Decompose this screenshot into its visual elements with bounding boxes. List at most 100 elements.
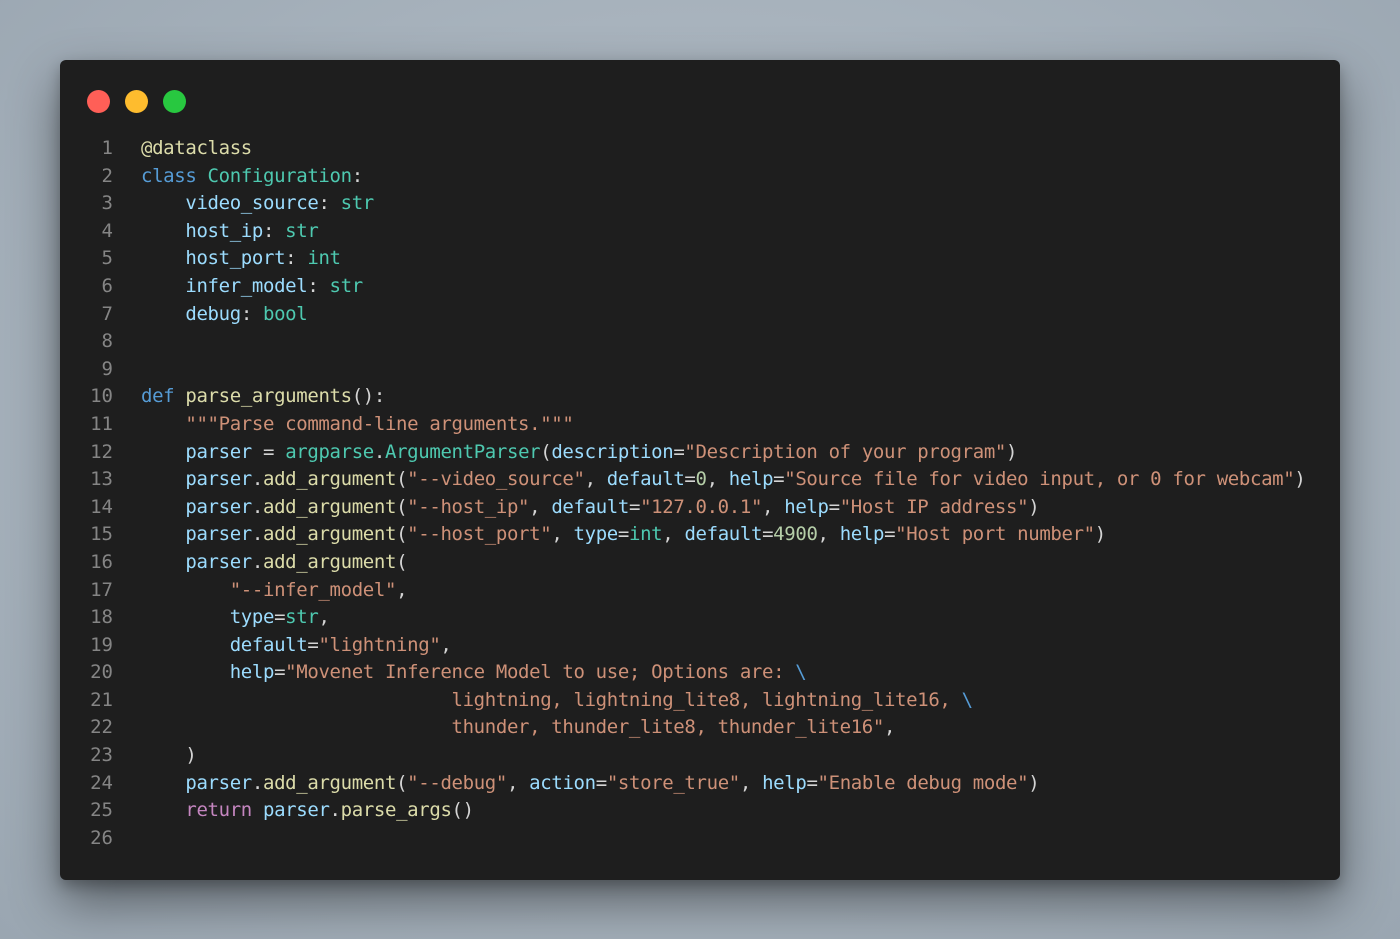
line-source: thunder, thunder_lite8, thunder_lite16", — [113, 714, 896, 742]
code-token-plain: ( — [396, 523, 408, 546]
code-token-str: lightning, lightning_lite8, lightning_li… — [451, 688, 962, 711]
code-window: 1 @dataclass 2 class Configuration: 3 video_… — [60, 60, 1340, 880]
code-token-var: video_source — [185, 192, 319, 215]
line-source: "--infer_model", — [113, 577, 408, 605]
code-token-var: default — [684, 523, 763, 546]
code-token-fn: add_argument — [263, 771, 397, 794]
code-line: 26 — [60, 825, 1340, 853]
code-token-plain: ) — [1028, 771, 1040, 794]
code-token-plain: : — [262, 219, 286, 242]
line-number: 25 — [90, 799, 113, 822]
code-token-plain: ) — [1006, 440, 1018, 463]
line-source: parser.add_argument("--debug", action="s… — [113, 770, 1039, 798]
code-line: 22 thunder, thunder_lite8, thunder_lite1… — [60, 714, 1340, 742]
line-number: 14 — [90, 495, 113, 518]
line-number: 1 — [101, 137, 113, 159]
line-source: parser.add_argument("--video_source", de… — [113, 466, 1305, 494]
code-token-plain: : — [318, 192, 341, 215]
code-token-var: parser — [185, 468, 252, 491]
line-number: 12 — [90, 440, 113, 463]
line-source: parser.add_argument("--host_ip", default… — [113, 494, 1039, 522]
code-line: 19 default="lightning", — [60, 632, 1340, 660]
code-token-str: "lightning" — [318, 633, 441, 656]
line-number: 26 — [90, 826, 113, 849]
line-number: 21 — [90, 688, 113, 711]
code-token-type: str — [285, 219, 319, 242]
code-token-plain: , — [318, 606, 330, 629]
code-token-var: parser — [185, 550, 252, 573]
code-token-plain: , — [662, 523, 685, 546]
code-token-var: type — [229, 606, 275, 629]
code-token-cls: ArgumentParser — [385, 440, 541, 463]
code-token-var: parser — [185, 495, 252, 518]
code-line: 6 infer_model: str — [60, 273, 1340, 301]
line-number: 9 — [101, 357, 113, 380]
code-token-fn: add_argument — [263, 495, 397, 518]
code-token-plain: , — [739, 771, 763, 794]
code-token-plain: ( — [396, 771, 408, 794]
code-editor[interactable]: 1 @dataclass 2 class Configuration: 3 video_… — [60, 135, 1340, 852]
code-token-str: "store_true" — [606, 771, 740, 794]
code-line: 18 type=str, — [60, 604, 1340, 632]
code-token-plain: = — [628, 495, 641, 518]
line-number: 2 — [101, 164, 113, 187]
code-token-plain: ( — [540, 440, 552, 463]
line-source: lightning, lightning_lite8, lightning_li… — [113, 687, 974, 715]
code-token-plain: . — [251, 523, 263, 546]
minimize-window-icon[interactable] — [125, 90, 148, 113]
code-line: 17 "--infer_model", — [60, 577, 1340, 605]
code-token-str: "Source file for video input, or 0 for w… — [784, 468, 1295, 491]
code-token-plain: , — [584, 468, 607, 491]
line-number: 3 — [101, 192, 113, 215]
code-token-type: int — [628, 523, 663, 546]
code-token-str: "--host_port" — [407, 523, 552, 546]
code-line: 15 parser.add_argument("--host_port", ty… — [60, 521, 1340, 549]
line-source — [113, 328, 141, 356]
line-number: 4 — [101, 219, 113, 242]
code-line: 3 video_source: str — [60, 190, 1340, 218]
code-token-plain: . — [251, 550, 263, 573]
code-token-var: help — [762, 771, 807, 794]
line-source: return parser.parse_args() — [113, 797, 474, 825]
code-line: 24 parser.add_argument("--debug", action… — [60, 770, 1340, 798]
close-window-icon[interactable] — [87, 90, 110, 113]
code-token-fn: add_argument — [263, 523, 397, 546]
code-token-plain: = — [595, 771, 607, 794]
code-token-plain: = — [884, 523, 896, 546]
code-token-plain: , — [551, 523, 574, 546]
maximize-window-icon[interactable] — [163, 90, 186, 113]
code-token-plain: = — [684, 468, 696, 491]
code-token-var: default — [551, 495, 629, 518]
code-line: 21 lightning, lightning_lite8, lightning… — [60, 687, 1340, 715]
code-line: 10 def parse_arguments(): — [60, 383, 1340, 411]
code-token-str: "Host port number" — [895, 523, 1095, 546]
code-token-type: str — [285, 606, 319, 629]
code-token-var: help — [229, 661, 275, 684]
line-number: 7 — [101, 302, 113, 325]
code-line: 14 parser.add_argument("--host_ip", defa… — [60, 494, 1340, 522]
code-token-type: int — [307, 247, 341, 270]
code-token-plain: . — [251, 495, 263, 518]
line-number: 17 — [90, 578, 113, 601]
code-token-plain: , — [762, 495, 785, 518]
code-token-kw: class — [141, 164, 197, 187]
code-token-var: parser — [185, 523, 252, 546]
line-source: video_source: str — [113, 190, 374, 218]
line-source: ) — [113, 742, 196, 770]
code-token-plain: , — [396, 578, 408, 601]
line-number: 18 — [90, 606, 113, 629]
code-token-plain: ) — [1094, 523, 1106, 546]
code-line: 13 parser.add_argument("--video_source",… — [60, 466, 1340, 494]
code-token-ctrl: return — [185, 799, 252, 822]
code-line: 9 — [60, 356, 1340, 384]
line-number: 10 — [90, 385, 113, 408]
